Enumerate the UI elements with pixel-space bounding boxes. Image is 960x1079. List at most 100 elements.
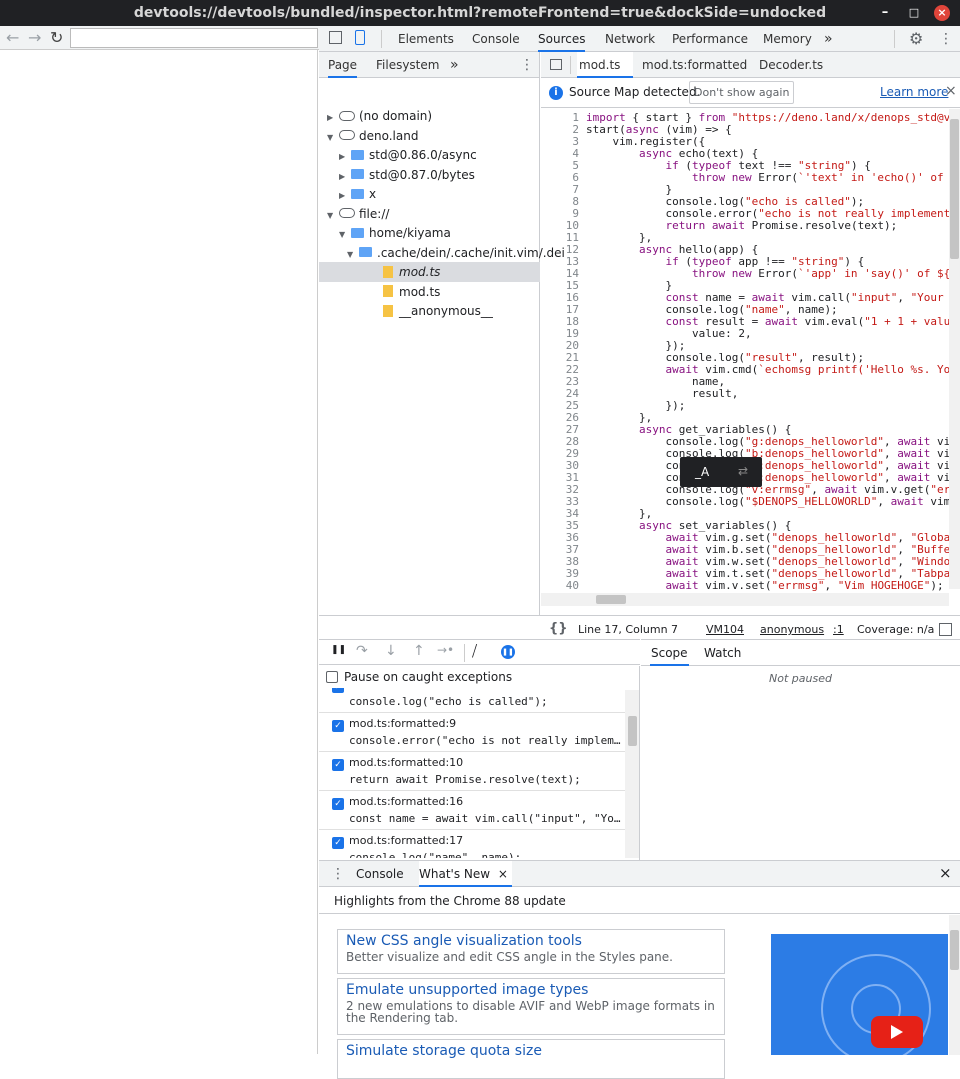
settings-icon[interactable]: ⚙ (909, 26, 923, 52)
breakpoint-item[interactable]: ✓ mod.ts:formatted:8 console.log("echo is … (319, 688, 625, 713)
editor-vscrollbar[interactable] (949, 109, 960, 589)
drawer-tab-whats-new[interactable]: What's New × (419, 861, 512, 887)
tree-item[interactable]: mod.ts (319, 262, 540, 282)
drawer-vscrollbar[interactable] (949, 915, 960, 1055)
source-link[interactable]: VM104 (706, 623, 744, 636)
breakpoint-code: return await Promise.resolve(text); (349, 773, 581, 786)
pause-on-exceptions-icon[interactable]: ❚❚ (501, 645, 515, 659)
tree-item[interactable]: ▼ file:// (319, 204, 540, 224)
toolbar-divider (894, 30, 895, 48)
breakpoints-vscrollbar[interactable] (625, 690, 639, 858)
tab-memory[interactable]: Memory (763, 26, 812, 52)
drawer-menu-icon[interactable]: ⋮ (331, 866, 345, 882)
tree-item[interactable]: ▶ x (319, 184, 540, 204)
devtools-main-tabs: Elements Console Sources Network Perform… (319, 26, 960, 52)
tree-item[interactable]: ▶ std@0.86.0/async (319, 145, 540, 165)
back-icon[interactable]: ← (6, 28, 19, 47)
step-icon[interactable]: →• (437, 643, 454, 657)
reload-icon[interactable]: ↻ (50, 28, 63, 47)
close-window-icon[interactable]: × (934, 5, 950, 21)
scroll-thumb[interactable] (628, 716, 637, 746)
tree-item[interactable]: __anonymous__ (319, 301, 540, 321)
video-thumbnail[interactable] (771, 934, 948, 1055)
breakpoint-checkbox[interactable]: ✓ (332, 759, 344, 771)
tab-network[interactable]: Network (605, 26, 655, 52)
inspect-element-icon[interactable] (329, 31, 342, 44)
learn-more-link[interactable]: Learn more (880, 85, 948, 99)
file-icon (383, 304, 393, 317)
tree-item-label: file:// (359, 206, 390, 221)
cloud-icon (339, 130, 355, 140)
step-out-icon[interactable]: ↑ (413, 643, 425, 659)
editor-tab-decoder[interactable]: Decoder.ts (759, 52, 823, 78)
whats-new-card[interactable]: Simulate storage quota size (337, 1039, 725, 1079)
tab-filesystem[interactable]: Filesystem (376, 52, 439, 78)
tree-item[interactable]: ▶ std@0.87.0/bytes (319, 165, 540, 185)
navigator-menu-icon[interactable]: ⋮ (520, 52, 534, 78)
breakpoint-checkbox[interactable]: ✓ (332, 837, 344, 849)
breakpoint-item[interactable]: ✓ mod.ts:formatted:9 console.error("echo i… (319, 713, 625, 752)
editor-tab-mod-formatted[interactable]: mod.ts:formatted (642, 52, 747, 78)
more-navigator-icon[interactable]: » (450, 52, 459, 78)
drawer-tab-console[interactable]: Console (356, 861, 404, 887)
folder-icon (351, 188, 364, 199)
breakpoint-checkbox[interactable]: ✓ (332, 688, 344, 693)
drawer-tabs: ⋮ Console What's New × × (319, 861, 960, 887)
device-toolbar-icon[interactable] (355, 30, 365, 45)
debugger-toolbar: ❚❚ ↷ ↓ ↑ →• ⧸ ❚❚ (319, 639, 640, 665)
code-view[interactable]: 1 import { start } from "https://deno.lan… (541, 109, 949, 606)
tab-sources[interactable]: Sources (538, 26, 586, 52)
breakpoint-location: mod.ts:formatted:8 (349, 688, 456, 691)
close-tab-icon[interactable]: × (498, 867, 508, 881)
tree-item[interactable]: ▶ (no domain) (319, 106, 540, 126)
anonymous-link[interactable]: anonymous (760, 623, 824, 636)
tree-item-label: std@0.86.0/async (369, 148, 477, 162)
card-title[interactable]: Emulate unsupported image types (346, 982, 588, 998)
play-triangle (891, 1025, 903, 1039)
devtools-menu-icon[interactable]: ⋮ (939, 26, 953, 52)
drawer: ⋮ Console What's New × × Highlights from… (319, 860, 960, 1079)
close-infobar-icon[interactable]: × (945, 83, 957, 99)
card-title[interactable]: Simulate storage quota size (346, 1043, 542, 1059)
scroll-thumb[interactable] (950, 119, 959, 259)
breakpoint-item[interactable]: ✓ mod.ts:formatted:17 console.log("name", … (319, 830, 625, 858)
tab-elements[interactable]: Elements (398, 26, 454, 52)
forward-icon[interactable]: → (28, 28, 41, 47)
pause-caught-checkbox[interactable] (326, 671, 338, 683)
toggle-navigator-icon[interactable] (550, 59, 562, 70)
whats-new-card[interactable]: New CSS angle visualization tools Better … (337, 929, 725, 974)
tab-scope[interactable]: Scope (650, 640, 689, 666)
tab-page[interactable]: Page (328, 52, 358, 78)
step-into-icon[interactable]: ↓ (385, 643, 397, 659)
editor-tab-mod-ts[interactable]: mod.ts × (577, 52, 633, 98)
toggle-debugger-icon[interactable] (939, 623, 952, 636)
anonymous-line-link[interactable]: :1 (833, 623, 844, 636)
breakpoint-checkbox[interactable]: ✓ (332, 720, 344, 732)
deactivate-breakpoints-icon[interactable]: ⧸ (472, 642, 477, 660)
breakpoint-item[interactable]: ✓ mod.ts:formatted:10 return await Promise… (319, 752, 625, 791)
step-over-icon[interactable]: ↷ (356, 643, 368, 659)
url-input[interactable] (70, 28, 318, 48)
close-drawer-icon[interactable]: × (939, 864, 952, 882)
scroll-thumb[interactable] (596, 595, 626, 604)
tree-item[interactable]: ▼ deno.land (319, 126, 540, 146)
minimize-icon[interactable]: – (874, 0, 896, 26)
dont-show-again-button[interactable]: Don't show again (689, 81, 795, 104)
tab-watch[interactable]: Watch (704, 640, 741, 666)
whats-new-card[interactable]: Emulate unsupported image types 2 new emu… (337, 978, 725, 1035)
tree-item[interactable]: ▼ home/kiyama (319, 223, 540, 243)
scroll-thumb[interactable] (950, 930, 959, 970)
tree-item[interactable]: mod.ts (319, 282, 540, 302)
tab-performance[interactable]: Performance (672, 26, 748, 52)
play-button-icon[interactable] (871, 1016, 923, 1048)
editor-hscrollbar[interactable] (541, 593, 949, 606)
breakpoint-item[interactable]: ✓ mod.ts:formatted:16 const name = await v… (319, 791, 625, 830)
card-title[interactable]: New CSS angle visualization tools (346, 933, 582, 949)
tab-console[interactable]: Console (472, 26, 520, 52)
more-tabs-icon[interactable]: » (824, 26, 833, 52)
maximize-icon[interactable]: □ (903, 0, 925, 26)
pause-icon[interactable]: ❚❚ (331, 645, 346, 655)
breakpoint-checkbox[interactable]: ✓ (332, 798, 344, 810)
tree-item[interactable]: ▼ .cache/dein/.cache/init.vim/.dei (319, 243, 565, 263)
pretty-print-icon[interactable]: {} (549, 621, 568, 636)
